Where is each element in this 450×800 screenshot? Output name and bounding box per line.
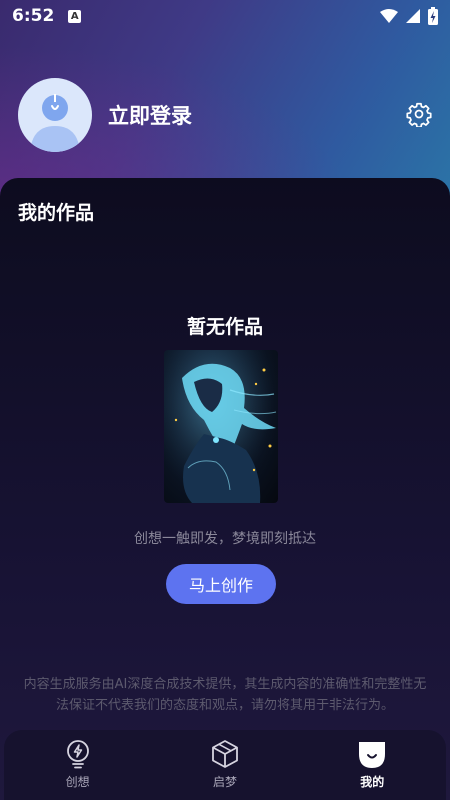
nav-label: 我的 xyxy=(360,775,385,789)
lightbulb-icon xyxy=(66,740,89,769)
nav-tab-qimeng[interactable]: 启梦 xyxy=(175,730,275,790)
nav-label: 创想 xyxy=(65,775,90,789)
signal-icon xyxy=(406,9,420,23)
avatar[interactable] xyxy=(18,78,92,152)
works-panel: 我的作品 暂无作品 创想一触即发，梦境即刻抵达 马上创作 内容生成服务由AI深度… xyxy=(0,178,450,800)
tagline: 创想一触即发，梦境即刻抵达 xyxy=(134,531,316,547)
login-link[interactable]: 立即登录 xyxy=(108,100,192,130)
empty-state-illustration xyxy=(164,350,278,503)
profile-face-icon xyxy=(359,742,386,768)
settings-gear-icon[interactable] xyxy=(406,101,432,127)
ai-disclaimer: 内容生成服务由AI深度合成技术提供，其生成内容的准确性和完整性无法保证不代表我们… xyxy=(23,677,427,713)
cube-icon xyxy=(212,740,238,768)
battery-icon xyxy=(428,7,438,25)
create-now-button[interactable]: 马上创作 xyxy=(166,564,276,604)
nav-label: 启梦 xyxy=(212,775,237,789)
default-avatar-icon xyxy=(30,94,80,152)
wifi-icon xyxy=(380,9,398,23)
profile-header: 立即登录 xyxy=(18,77,432,153)
status-time: 6:52 xyxy=(12,6,55,26)
section-title: 我的作品 xyxy=(18,202,95,224)
nav-tab-wode[interactable]: 我的 xyxy=(322,730,422,790)
nav-tab-chuangxiang[interactable]: 创想 xyxy=(28,730,128,790)
bottom-navigation: 创想 启梦 我的 xyxy=(4,730,446,800)
notification-a-icon: A xyxy=(68,9,82,23)
empty-state-title: 暂无作品 xyxy=(186,316,263,338)
status-bar: 6:52 A xyxy=(0,0,450,32)
